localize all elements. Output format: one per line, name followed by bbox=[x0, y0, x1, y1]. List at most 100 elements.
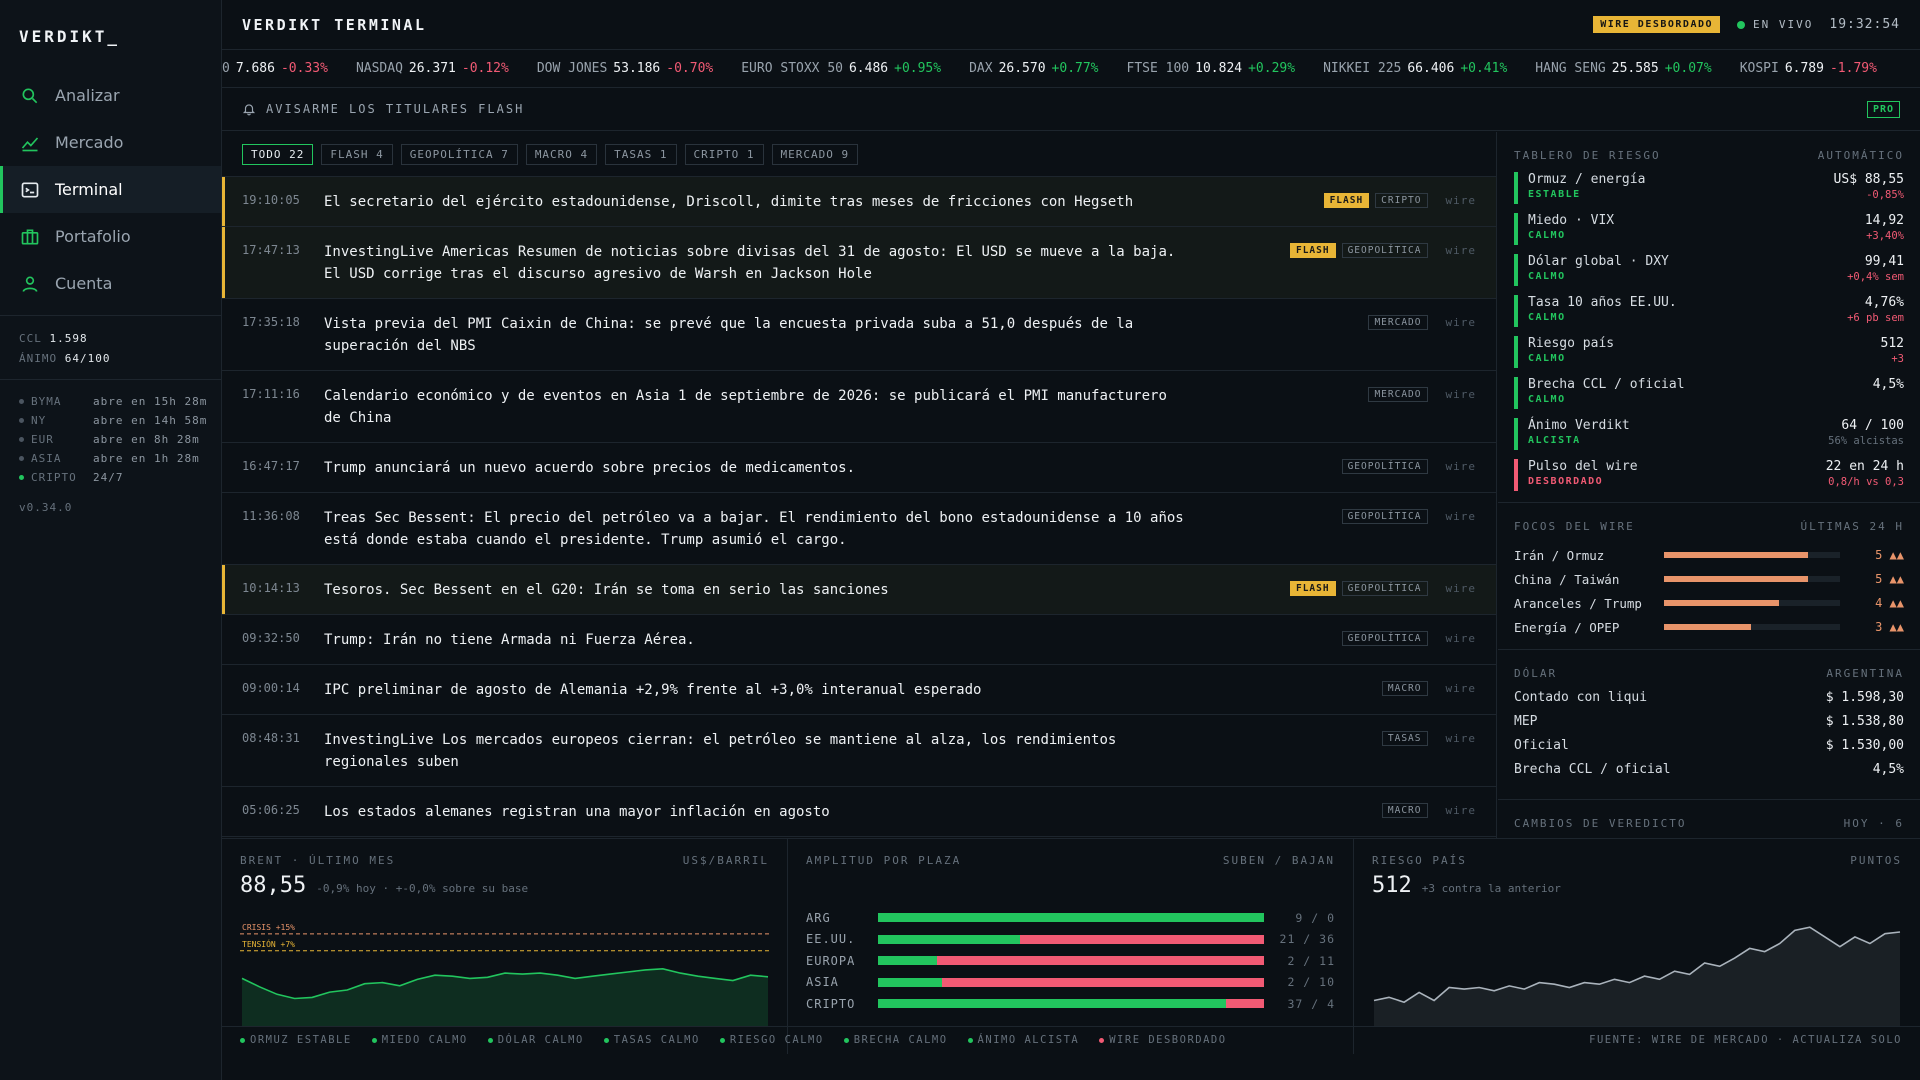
ticker-change: -0.70% bbox=[666, 61, 714, 76]
news-row[interactable]: 09:32:50 Trump: Irán no tiene Armada ni F… bbox=[222, 615, 1496, 665]
ticker-item[interactable]: EURO STOXX 50 6.486 +0.95% bbox=[741, 61, 941, 76]
amplitude-row: ASIA 2 / 10 bbox=[806, 972, 1335, 994]
ticker-item[interactable]: DOW JONES 53.186 -0.70% bbox=[537, 61, 713, 76]
ticker-item[interactable]: 0 7.686 -0.33% bbox=[222, 61, 328, 76]
dolar-title: DÓLAR bbox=[1514, 667, 1558, 680]
news-tags: MERCADO wire bbox=[1368, 313, 1476, 357]
ticker-name: DOW JONES bbox=[536, 61, 608, 76]
dolar-region: ARGENTINA bbox=[1826, 667, 1904, 680]
status-item: ORMUZ ESTABLE bbox=[240, 1034, 352, 1046]
amplitude-value: 37 / 4 bbox=[1287, 996, 1335, 1011]
status-dot-icon bbox=[1099, 1037, 1105, 1043]
dolar-row: Brecha CCL / oficial 4,5% bbox=[1514, 762, 1904, 786]
risk-value: 4,76% bbox=[1864, 295, 1904, 310]
focus-row: China / Taiwán 5 ▲▲ bbox=[1514, 567, 1904, 591]
category-tag: GEOPOLÍTICA bbox=[1341, 459, 1428, 474]
flash-alert-label: AVISARME LOS TITULARES FLASH bbox=[266, 102, 525, 116]
search-icon bbox=[22, 88, 38, 103]
news-row[interactable]: 16:47:17 Trump anunciará un nuevo acuerdo… bbox=[222, 443, 1496, 493]
news-row[interactable]: 17:35:18 Vista previa del PMI Caixin de C… bbox=[222, 299, 1496, 371]
focus-count: 5 ▲▲ bbox=[1875, 548, 1904, 562]
market-status: abre en 14h 58m bbox=[93, 414, 208, 427]
dolar-panel: DÓLAR ARGENTINA Contado con liqui $ 1.598,… bbox=[1498, 650, 1920, 800]
focus-name: Energía / OPEP bbox=[1514, 619, 1620, 635]
status-label: WIRE DESBORDADO bbox=[1109, 1034, 1227, 1046]
flash-badge: FLASH bbox=[1323, 193, 1370, 208]
brent-unit: US$/BARRIL bbox=[682, 854, 769, 867]
news-headline: IPC preliminar de agosto de Alemania +2,… bbox=[324, 682, 982, 698]
ticker-item[interactable]: FTSE 100 10.824 +0.29% bbox=[1127, 61, 1296, 76]
ticker-item[interactable]: NASDAQ 26.371 -0.12% bbox=[356, 61, 509, 76]
news-row[interactable]: 11:36:08 Treas Sec Bessent: El precio del… bbox=[222, 493, 1496, 565]
live-indicator: EN VIVO bbox=[1737, 18, 1813, 31]
ticker-price: 10.824 bbox=[1195, 61, 1243, 76]
ticker-name: KOSPI bbox=[1739, 61, 1779, 76]
risk-delta: -0,85% bbox=[1866, 189, 1904, 201]
ticker-item[interactable]: DAX 26.570 +0.77% bbox=[969, 61, 1098, 76]
category-tag: CRIPTO bbox=[1375, 193, 1428, 208]
user-icon bbox=[22, 276, 38, 292]
ticker-item[interactable]: KOSPI 6.789 -1.79% bbox=[1740, 61, 1877, 76]
news-row[interactable]: 08:48:31 InvestingLive Los mercados europ… bbox=[222, 715, 1496, 787]
flash-badge: FLASH bbox=[1289, 243, 1336, 258]
filter-chip[interactable]: MERCADO 9 bbox=[771, 143, 859, 165]
risk-indicator: Ánimo Verdikt ALCISTA 64 / 100 56% alcistas bbox=[1514, 418, 1904, 450]
news-headline: InvestingLive Los mercados europeos cier… bbox=[324, 732, 1117, 770]
risk-board: TABLERO DE RIESGO AUTOMÁTICO Ormuz / ener… bbox=[1498, 132, 1920, 503]
category-tag: TASAS bbox=[1381, 731, 1428, 746]
news-row[interactable]: 17:47:13 InvestingLive Americas Resumen d… bbox=[222, 227, 1496, 299]
news-row[interactable]: 10:14:13 Tesoros. Sec Bessent en el G20: … bbox=[222, 565, 1496, 615]
flash-alert-bar[interactable]: AVISARME LOS TITULARES FLASH PRO bbox=[222, 88, 1920, 131]
amplitude-bar bbox=[878, 913, 1264, 923]
filter-chip[interactable]: MACRO 4 bbox=[525, 143, 598, 165]
sidebar-item-cuenta[interactable]: Cuenta bbox=[0, 260, 221, 307]
focus-row: Irán / Ormuz 5 ▲▲ bbox=[1514, 543, 1904, 567]
market-name: BYMA bbox=[31, 395, 62, 408]
focus-bar-fill bbox=[1664, 624, 1751, 630]
risk-value: 99,41 bbox=[1864, 254, 1904, 269]
risk-indicator: Pulso del wire DESBORDADO 22 en 24 h 0,8/h … bbox=[1514, 459, 1904, 491]
filter-chip[interactable]: TODO 22 bbox=[242, 143, 314, 165]
risk-status: DESBORDADO bbox=[1528, 476, 1604, 487]
amplitude-up-fill bbox=[878, 977, 943, 987]
risk-value: US$ 88,55 bbox=[1833, 172, 1904, 187]
sidebar-item-label: Mercado bbox=[55, 133, 124, 152]
risk-delta: 0,8/h vs 0,3 bbox=[1828, 476, 1904, 488]
news-row[interactable]: 09:00:14 IPC preliminar de agosto de Alem… bbox=[222, 665, 1496, 715]
ticker-item[interactable]: NIKKEI 225 66.406 +0.41% bbox=[1323, 61, 1507, 76]
dolar-name: MEP bbox=[1514, 714, 1538, 729]
risk-name: Pulso del wire bbox=[1528, 459, 1638, 474]
ticker-name: NASDAQ bbox=[355, 61, 403, 76]
status-item: RIESGO CALMO bbox=[719, 1034, 824, 1046]
ticker-name: EURO STOXX 50 bbox=[741, 61, 843, 76]
news-source: wire bbox=[1445, 388, 1476, 401]
area-fill bbox=[242, 968, 768, 1027]
risk-delta: +3,40% bbox=[1866, 230, 1904, 242]
filter-chip[interactable]: CRIPTO 1 bbox=[684, 143, 764, 165]
risk-status: ESTABLE bbox=[1528, 189, 1581, 200]
status-dot-icon bbox=[19, 475, 24, 480]
sidebar-item-portafolio[interactable]: Portafolio bbox=[0, 213, 221, 260]
news-row[interactable]: 17:11:16 Calendario económico y de evento… bbox=[222, 371, 1496, 443]
filter-chip[interactable]: GEOPOLÍTICA 7 bbox=[400, 143, 518, 165]
sidebar-item-terminal[interactable]: Terminal bbox=[0, 166, 221, 213]
risk-status: CALMO bbox=[1528, 230, 1566, 241]
sidebar-item-analizar[interactable]: Analizar bbox=[0, 72, 221, 119]
dolar-value: $ 1.530,00 bbox=[1825, 738, 1904, 753]
filter-chip[interactable]: TASAS 1 bbox=[605, 143, 677, 165]
news-row[interactable]: 05:06:25 Los estados alemanes registran u… bbox=[222, 787, 1496, 837]
ticker-item[interactable]: HANG SENG 25.585 +0.07% bbox=[1535, 61, 1711, 76]
sidebar-item-mercado[interactable]: Mercado bbox=[0, 119, 221, 166]
news-tags: GEOPOLÍTICA wire bbox=[1341, 629, 1476, 651]
amplitude-value: 2 / 10 bbox=[1287, 975, 1335, 990]
risk-indicator: Riesgo país CALMO 512 +3 bbox=[1514, 336, 1904, 368]
news-time: 17:35:18 bbox=[242, 315, 300, 329]
brent-card: BRENT · ÚLTIMO MES US$/BARRIL 88,55 -0,9% … bbox=[222, 839, 788, 1054]
risk-status: ALCISTA bbox=[1528, 435, 1581, 446]
news-row[interactable]: 19:10:05 El secretario del ejército estad… bbox=[222, 177, 1496, 227]
amplitude-row: EE.UU. 21 / 36 bbox=[806, 929, 1335, 951]
risk-indicator: Dólar global · DXY CALMO 99,41 +0,4% sem bbox=[1514, 254, 1904, 286]
news-tags: GEOPOLÍTICA wire bbox=[1341, 457, 1476, 479]
filter-chip[interactable]: FLASH 4 bbox=[321, 143, 393, 165]
sidebar-item-label: Cuenta bbox=[55, 274, 113, 293]
